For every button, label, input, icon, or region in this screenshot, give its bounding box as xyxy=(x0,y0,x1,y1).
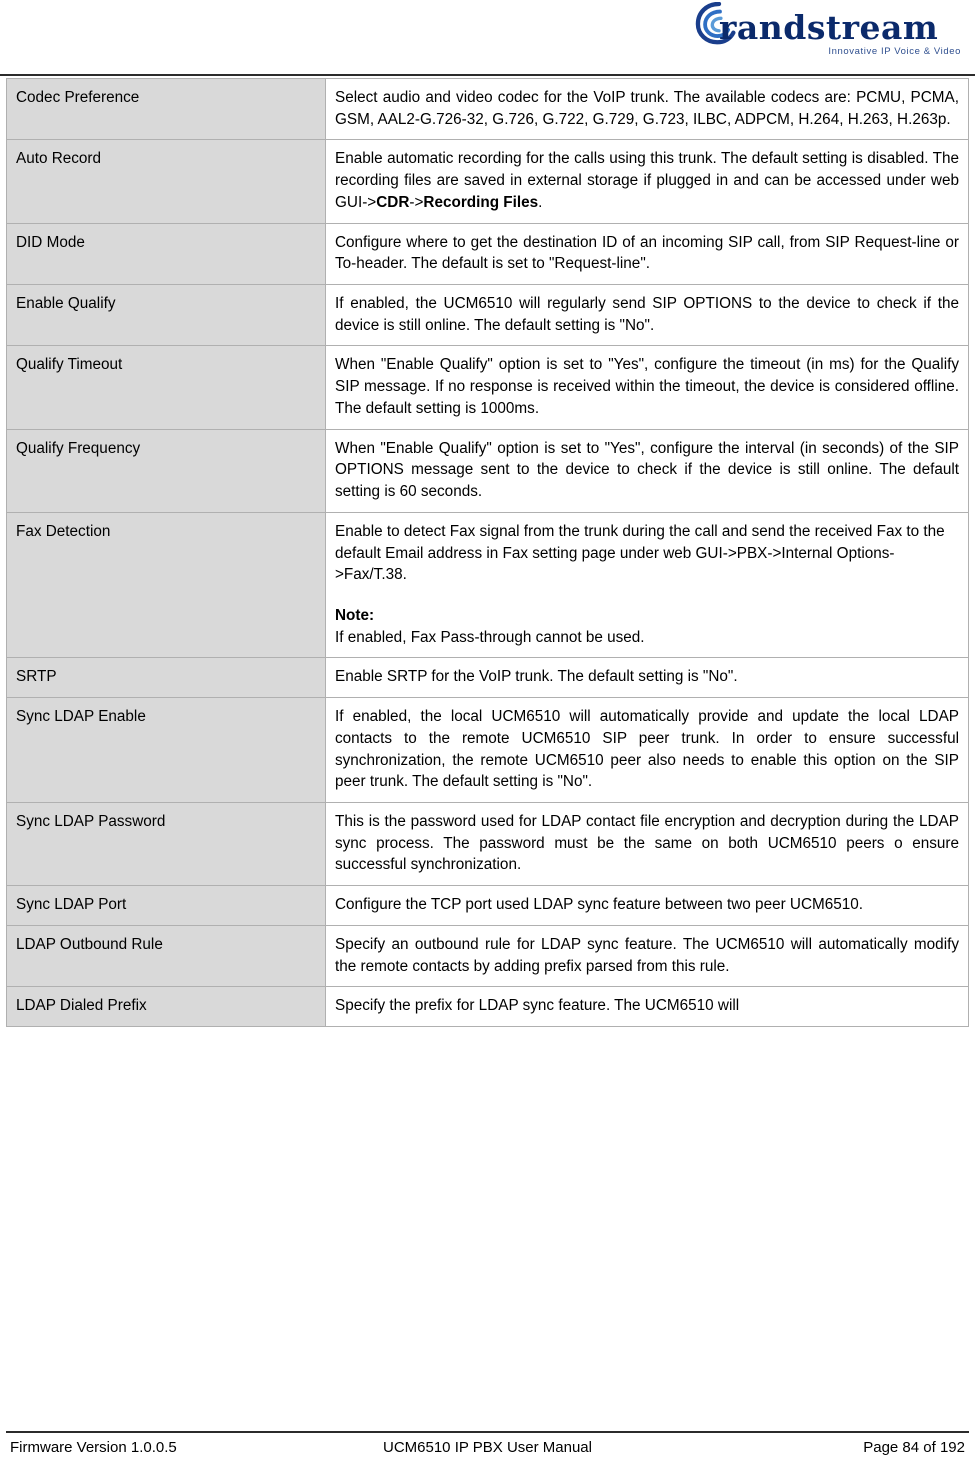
row-label: DID Mode xyxy=(6,222,326,286)
row-description: Configure where to get the destination I… xyxy=(325,222,969,286)
table-row: Sync LDAP Enable If enabled, the local U… xyxy=(6,697,969,803)
row-label: LDAP Outbound Rule xyxy=(6,924,326,988)
row-label: Qualify Timeout xyxy=(6,345,326,430)
table-row: Sync LDAP Port Configure the TCP port us… xyxy=(6,885,969,926)
row-label: Fax Detection xyxy=(6,511,326,659)
row-description: Specify the prefix for LDAP sync feature… xyxy=(325,986,969,1027)
row-label: Enable Qualify xyxy=(6,284,326,347)
table-row: LDAP Outbound Rule Specify an outbound r… xyxy=(6,924,969,988)
table-row: SRTP Enable SRTP for the VoIP trunk. The… xyxy=(6,657,969,699)
row-label: SRTP xyxy=(6,657,326,699)
header-divider xyxy=(0,74,975,76)
fax-detection-note: If enabled, Fax Pass-through cannot be u… xyxy=(335,628,645,646)
table-row: Qualify Timeout When "Enable Qualify" op… xyxy=(6,345,969,430)
document-page: randstream Innovative IP Voice & Video C… xyxy=(0,0,975,1470)
row-label: Sync LDAP Enable xyxy=(6,697,326,803)
footer-page-number: Page 84 of 192 xyxy=(863,1439,965,1456)
brand-tagline: Innovative IP Voice & Video xyxy=(828,46,961,57)
row-description: Specify an outbound rule for LDAP sync f… xyxy=(325,924,969,988)
table-row: LDAP Dialed Prefix Specify the prefix fo… xyxy=(6,986,969,1027)
table-row: Fax Detection Enable to detect Fax signa… xyxy=(6,511,969,659)
fax-detection-paragraph: Enable to detect Fax signal from the tru… xyxy=(335,522,945,584)
row-description: This is the password used for LDAP conta… xyxy=(325,801,969,887)
row-label: LDAP Dialed Prefix xyxy=(6,986,326,1027)
row-description: If enabled, the local UCM6510 will autom… xyxy=(325,697,969,803)
desc-text-2: -> xyxy=(409,193,424,211)
table-row: Sync LDAP Password This is the password … xyxy=(6,801,969,887)
table-row: DID Mode Configure where to get the dest… xyxy=(6,222,969,286)
row-description: Enable SRTP for the VoIP trunk. The defa… xyxy=(325,657,969,699)
row-label: Auto Record xyxy=(6,139,326,224)
row-description: Enable to detect Fax signal from the tru… xyxy=(325,511,969,659)
table-row: Qualify Frequency When "Enable Qualify" … xyxy=(6,428,969,513)
row-description: When "Enable Qualify" option is set to "… xyxy=(325,345,969,430)
desc-text-3: . xyxy=(538,193,543,211)
row-label: Sync LDAP Password xyxy=(6,801,326,887)
page-header: randstream Innovative IP Voice & Video xyxy=(0,0,975,78)
footer-document-title: UCM6510 IP PBX User Manual xyxy=(383,1439,592,1456)
row-description: If enabled, the UCM6510 will regularly s… xyxy=(325,284,969,347)
desc-bold-recording-files: Recording Files xyxy=(423,193,539,211)
row-label: Sync LDAP Port xyxy=(6,885,326,926)
row-description: Select audio and video codec for the VoI… xyxy=(325,77,969,141)
brand-name: randstream xyxy=(719,8,939,47)
table-row: Auto Record Enable automatic recording f… xyxy=(6,139,969,224)
page-footer: Firmware Version 1.0.0.5 UCM6510 IP PBX … xyxy=(0,1431,975,1456)
row-label: Qualify Frequency xyxy=(6,428,326,513)
footer-firmware-version: Firmware Version 1.0.0.5 xyxy=(10,1439,177,1456)
desc-bold-cdr: CDR xyxy=(376,193,410,211)
footer-divider xyxy=(6,1431,969,1433)
row-description: When "Enable Qualify" option is set to "… xyxy=(325,428,969,513)
note-label: Note: xyxy=(335,606,375,624)
table-row: Codec Preference Select audio and video … xyxy=(6,77,969,141)
grandstream-logo: randstream Innovative IP Voice & Video xyxy=(667,2,967,70)
row-label: Codec Preference xyxy=(6,77,326,141)
row-description: Enable automatic recording for the calls… xyxy=(325,139,969,224)
row-description: Configure the TCP port used LDAP sync fe… xyxy=(325,885,969,926)
trunk-settings-table: Codec Preference Select audio and video … xyxy=(6,77,969,1027)
table-row: Enable Qualify If enabled, the UCM6510 w… xyxy=(6,284,969,347)
